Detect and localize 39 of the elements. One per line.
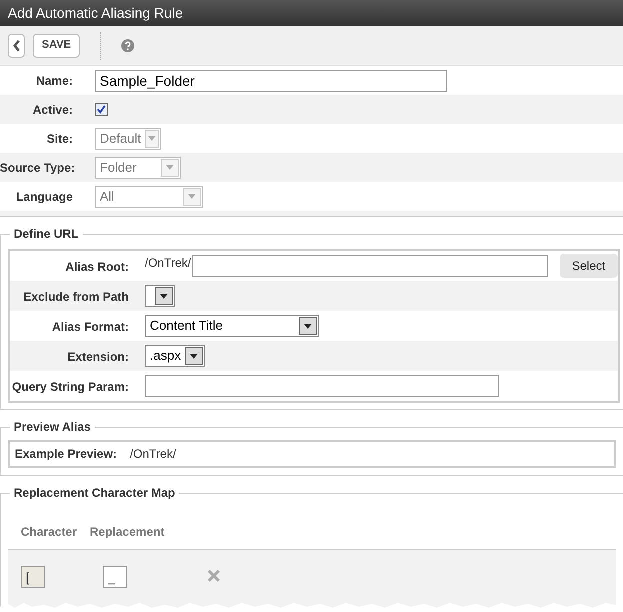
select-button[interactable]: Select — [560, 254, 618, 278]
window-title: Add Automatic Aliasing Rule — [8, 4, 184, 23]
caret-icon — [161, 158, 179, 176]
caret-icon — [145, 130, 159, 148]
back-button[interactable] — [8, 34, 25, 58]
column-header: Character — [20, 524, 78, 541]
help-icon[interactable] — [121, 38, 136, 52]
field-label: Name: — [35, 73, 74, 90]
character-field[interactable]: [ — [21, 566, 45, 588]
preview-value: /OnTrek/ — [130, 446, 176, 463]
preview-label: Example Preview: — [15, 446, 118, 463]
dropdown[interactable] — [145, 285, 175, 307]
field-label: Active: — [32, 102, 74, 119]
alias-root-field[interactable] — [192, 255, 548, 277]
query-string-field[interactable] — [145, 375, 499, 397]
field-label: Extension: — [66, 349, 130, 366]
caret-icon — [155, 287, 173, 305]
delete-icon[interactable] — [207, 569, 221, 583]
replacement-field[interactable]: _ — [103, 566, 127, 588]
root-prefix: /OnTrek/ — [145, 255, 192, 272]
checkbox[interactable] — [95, 103, 108, 116]
section-title: Preview Alias — [13, 419, 92, 436]
field-label: Alias Root: — [64, 259, 130, 276]
save-button[interactable]: SAVE — [33, 34, 80, 58]
caret-icon — [183, 188, 201, 206]
caret-icon — [299, 317, 317, 335]
field-label: Query String Param: — [11, 379, 130, 396]
dropdown[interactable]: .aspx — [145, 345, 205, 367]
section-title: Replacement Character Map — [13, 485, 176, 502]
section-title: Define URL — [13, 226, 80, 243]
column-header: Replacement — [90, 524, 165, 541]
field-label: Language — [15, 189, 74, 206]
name-field[interactable]: Sample_Folder — [95, 70, 447, 92]
dropdown[interactable]: Content Title — [145, 315, 319, 337]
field-label: Exclude from Path — [22, 289, 130, 306]
field-label: Alias Format: — [51, 319, 130, 336]
caret-icon — [185, 347, 203, 365]
field-label: Site: — [46, 131, 74, 148]
field-label: Source Type: — [0, 160, 76, 177]
